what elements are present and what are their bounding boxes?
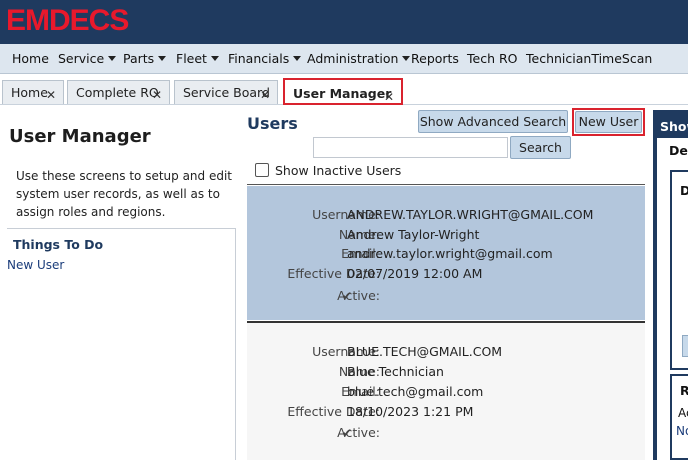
tab-user-manager-label: User Manager <box>293 86 392 101</box>
show-inactive-checkbox[interactable] <box>255 163 269 177</box>
tab-service-board-label: Service Board <box>183 85 270 100</box>
username-value: ANDREW.TAYLOR.WRIGHT@GMAIL.COM <box>347 207 594 222</box>
email-value: andrew.taylor.wright@gmail.com <box>347 246 553 261</box>
roles-section-link[interactable]: No <box>676 424 688 438</box>
new-user-button[interactable]: New User <box>575 111 642 133</box>
menu-parts[interactable]: Parts <box>123 51 167 66</box>
tab-complete-ro[interactable]: Complete RO ✕ <box>67 80 170 104</box>
show-inactive-label: Show Inactive Users <box>275 163 402 178</box>
page-description: Use these screens to setup and edit syst… <box>16 169 232 219</box>
chevron-down-icon <box>108 56 117 61</box>
menu-reports[interactable]: Reports <box>411 51 459 66</box>
chevron-down-icon <box>158 56 167 61</box>
menu-financials-label: Financials <box>228 51 290 66</box>
users-title: Users <box>247 114 298 133</box>
show-advanced-search-button[interactable]: Show Advanced Search <box>418 110 568 133</box>
username-value: BLUE.TECH@GMAIL.COM <box>347 344 503 359</box>
menu-service[interactable]: Service <box>58 51 117 66</box>
tab-home[interactable]: Home ✕ <box>2 80 64 104</box>
things-to-do-title: Things To Do <box>13 237 104 252</box>
tab-home-label: Home <box>11 85 48 100</box>
tab-complete-ro-label: Complete RO <box>76 85 159 100</box>
check-icon: ✔ <box>342 426 353 440</box>
menu-home[interactable]: Home <box>12 51 49 66</box>
effective-date-value: 18/10/2023 1:21 PM <box>347 404 474 419</box>
chevron-down-icon <box>293 56 302 61</box>
top-header-bar: EMDECS <box>0 0 688 44</box>
search-button[interactable]: Search <box>510 136 571 159</box>
details-button[interactable] <box>682 335 688 357</box>
menu-parts-label: Parts <box>123 51 155 66</box>
new-user-link[interactable]: New User <box>7 258 64 272</box>
email-value: blue.tech@gmail.com <box>347 384 484 399</box>
check-icon: ✔ <box>342 289 353 303</box>
menu-home-label: Home <box>12 51 49 66</box>
menu-fleet[interactable]: Fleet <box>176 51 219 66</box>
roles-section-title: R <box>680 383 688 398</box>
chevron-down-icon <box>210 56 219 61</box>
details-panel-title: Show <box>660 119 688 134</box>
menu-tech-ro[interactable]: Tech RO <box>467 51 518 66</box>
close-icon[interactable]: ✕ <box>384 91 394 103</box>
roles-section-text: Ac <box>678 406 688 420</box>
menu-financials[interactable]: Financials <box>228 51 302 66</box>
menu-technician-time-scan[interactable]: TechnicianTimeScan <box>526 51 652 66</box>
name-value: Andrew Taylor-Wright <box>347 227 480 242</box>
chevron-down-icon <box>402 56 411 61</box>
tab-user-manager[interactable]: User Manager ✕ <box>283 78 403 105</box>
details-tab[interactable]: Det <box>669 143 688 158</box>
menu-tech-ro-label: Tech RO <box>467 51 518 66</box>
close-icon[interactable]: ✕ <box>46 89 56 101</box>
menu-service-label: Service <box>58 51 105 66</box>
menu-fleet-label: Fleet <box>176 51 207 66</box>
effective-date-value: 02/07/2019 12:00 AM <box>347 266 483 281</box>
menu-administration-label: Administration <box>307 51 399 66</box>
menu-technician-time-scan-label: TechnicianTimeScan <box>526 51 653 66</box>
menu-reports-label: Reports <box>411 51 459 66</box>
page-title: User Manager <box>9 126 151 147</box>
menu-administration[interactable]: Administration <box>307 51 411 66</box>
search-input[interactable] <box>313 137 508 158</box>
list-divider <box>247 184 645 185</box>
close-icon[interactable]: ✕ <box>260 89 270 101</box>
name-value: Blue Technician <box>347 364 444 379</box>
tab-service-board[interactable]: Service Board ✕ <box>174 80 278 104</box>
tab-bar: Home ✕ Complete RO ✕ Service Board ✕ Use… <box>0 75 688 105</box>
emdecs-logo[interactable]: EMDECS <box>6 4 129 38</box>
main-menu-bar: Home Service Parts Fleet Financials Admi… <box>0 44 688 74</box>
details-section-title: D <box>680 183 688 198</box>
close-icon[interactable]: ✕ <box>152 89 162 101</box>
